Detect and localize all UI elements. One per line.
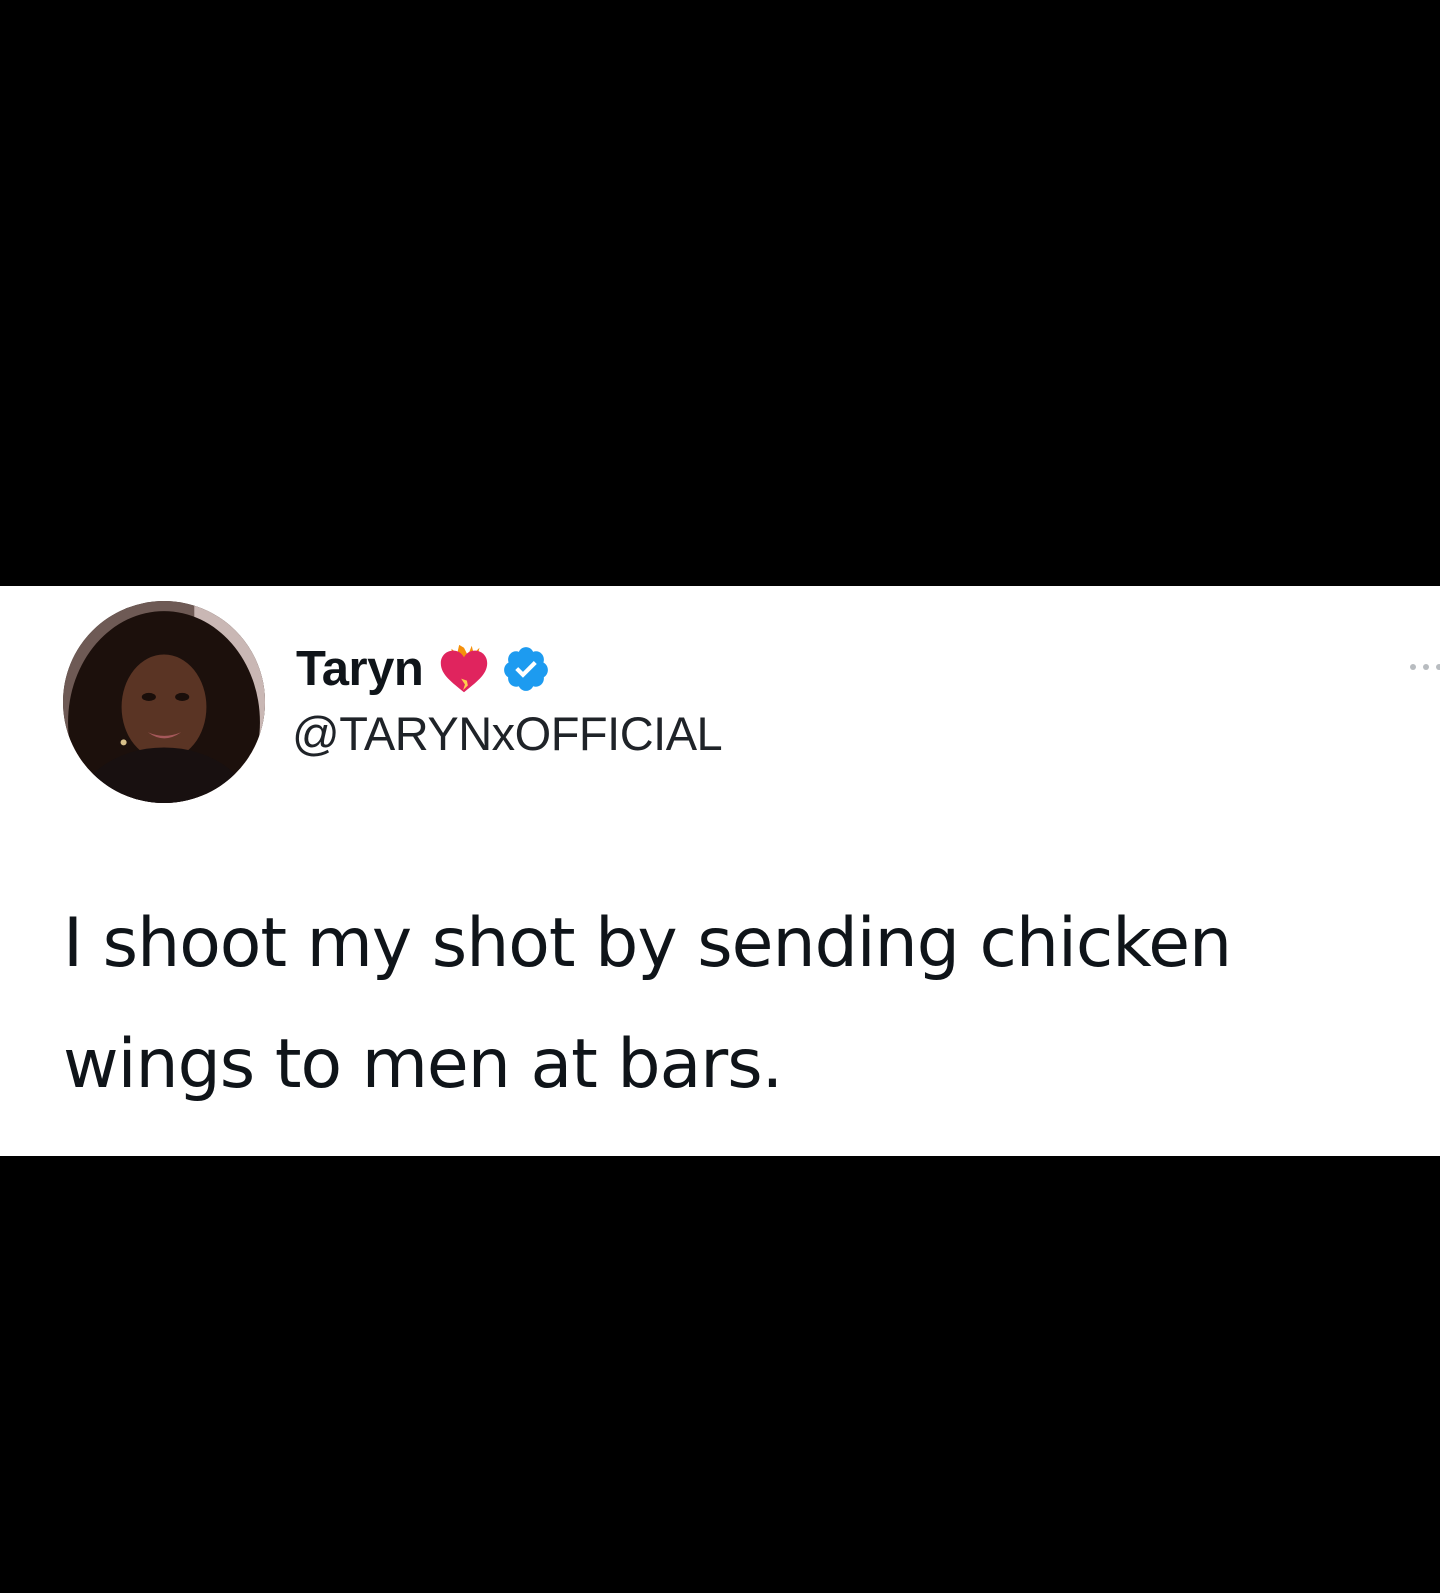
author-name-row: Taryn <box>296 638 551 700</box>
tweet-card[interactable]: Taryn @TARYNxOFFICIAL I shoot my shot by… <box>0 586 1440 1156</box>
verified-badge-icon <box>504 647 549 691</box>
avatar[interactable] <box>63 601 265 803</box>
display-name[interactable]: Taryn <box>296 641 424 697</box>
heart-on-fire-icon <box>441 644 488 693</box>
user-handle[interactable]: @TARYNxOFFICIAL <box>292 706 723 761</box>
more-options-icon[interactable] <box>1408 662 1440 672</box>
avatar-image <box>63 601 265 803</box>
tweet-text: I shoot my shot by sending chicken wings… <box>63 904 1232 1104</box>
screenshot-frame: Taryn @TARYNxOFFICIAL I shoot my shot by… <box>0 0 1440 1593</box>
